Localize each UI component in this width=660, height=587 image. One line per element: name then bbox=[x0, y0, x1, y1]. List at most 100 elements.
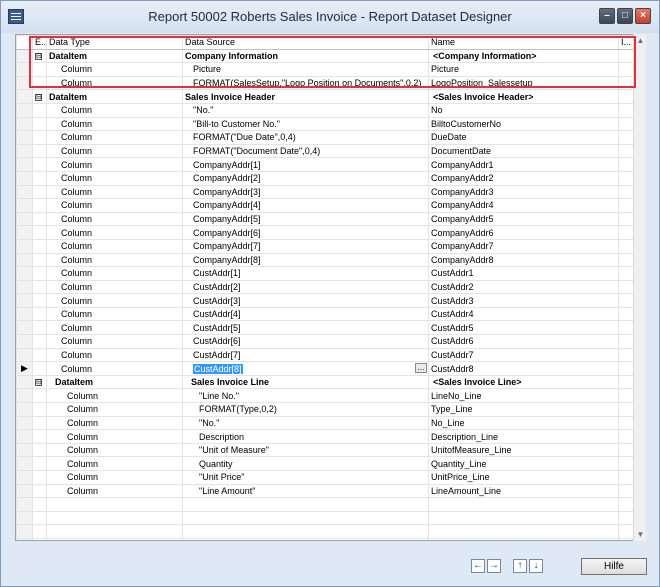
data-type-cell[interactable]: Column bbox=[46, 266, 183, 281]
row-selector[interactable] bbox=[16, 170, 33, 186]
row-selector[interactable] bbox=[16, 238, 33, 254]
name-cell[interactable]: CustAddr2 bbox=[428, 279, 619, 295]
expand-cell[interactable] bbox=[32, 293, 47, 308]
row-selector[interactable] bbox=[16, 347, 33, 363]
column-row[interactable]: Column FORMAT(SalesSetup."Logo Position o… bbox=[16, 75, 635, 91]
row-selector[interactable] bbox=[16, 157, 33, 172]
name-cell[interactable]: CustAddr7 bbox=[428, 347, 619, 363]
data-type-cell[interactable]: Column bbox=[46, 402, 183, 417]
data-type-cell[interactable]: Column bbox=[46, 62, 183, 77]
column-row[interactable]: Column CustAddr[7] CustAddr7 bbox=[16, 347, 635, 363]
row-selector[interactable] bbox=[16, 225, 33, 240]
name-cell[interactable]: CustAddr8 bbox=[428, 361, 619, 376]
expand-cell[interactable] bbox=[32, 442, 47, 458]
scroll-up-arrow-icon[interactable]: ▲ bbox=[636, 36, 645, 45]
name-cell[interactable]: DocumentDate bbox=[428, 143, 619, 159]
name-cell[interactable]: CompanyAddr6 bbox=[428, 225, 619, 240]
data-source-cell[interactable]: "Line No." bbox=[182, 388, 429, 404]
row-selector[interactable] bbox=[16, 537, 33, 540]
data-source-cell[interactable]: CustAddr[2] bbox=[182, 279, 429, 295]
row-selector[interactable] bbox=[16, 429, 33, 444]
data-type-cell[interactable]: Column bbox=[46, 184, 183, 200]
name-cell[interactable]: Description_Line bbox=[428, 429, 619, 444]
data-type-cell[interactable]: DataItem bbox=[46, 374, 183, 390]
data-type-cell[interactable]: DataItem bbox=[46, 48, 183, 64]
column-row[interactable]: Column "Line Amount" LineAmount_Line bbox=[16, 483, 635, 499]
column-row[interactable]: Column FORMAT(Type,0,2) Type_Line bbox=[16, 402, 635, 417]
expand-cell[interactable] bbox=[32, 116, 47, 132]
expand-cell[interactable] bbox=[32, 143, 47, 159]
expand-cell[interactable] bbox=[32, 456, 47, 471]
expand-cell[interactable] bbox=[32, 320, 47, 336]
data-source-cell[interactable]: CompanyAddr[3] bbox=[182, 184, 429, 200]
expand-cell[interactable] bbox=[32, 279, 47, 295]
data-type-cell[interactable]: Column bbox=[46, 347, 183, 363]
data-source-cell[interactable]: CustAddr[6] bbox=[182, 334, 429, 349]
data-type-cell[interactable]: Column bbox=[46, 415, 183, 431]
data-source-cell[interactable]: Sales Invoice Line bbox=[182, 374, 429, 390]
row-selector[interactable] bbox=[16, 89, 33, 104]
row-selector[interactable] bbox=[16, 388, 33, 404]
name-cell[interactable]: CompanyAddr8 bbox=[428, 252, 619, 268]
column-row[interactable]: Column CompanyAddr[3] CompanyAddr3 bbox=[16, 184, 635, 200]
column-header-data-type[interactable]: Data Type bbox=[46, 35, 183, 50]
row-selector[interactable] bbox=[16, 320, 33, 336]
current-row-indicator-icon[interactable]: ▶ bbox=[16, 361, 33, 376]
expand-cell[interactable] bbox=[32, 184, 47, 200]
row-selector[interactable] bbox=[16, 483, 33, 499]
vertical-scrollbar[interactable]: ▲ ▼ bbox=[633, 34, 646, 541]
data-type-cell[interactable]: Column bbox=[46, 157, 183, 172]
column-row[interactable]: Column CompanyAddr[1] CompanyAddr1 bbox=[16, 157, 635, 172]
row-selector[interactable] bbox=[16, 198, 33, 213]
column-header-name[interactable]: Name bbox=[428, 35, 619, 50]
expand-cell[interactable] bbox=[32, 388, 47, 404]
column-row[interactable]: Column CustAddr[6] CustAddr6 bbox=[16, 334, 635, 349]
data-source-cell[interactable]: CustAddr[3] bbox=[182, 293, 429, 308]
dataitem-row[interactable]: ⊟ DataItem Company Information <Company Inf… bbox=[16, 48, 635, 64]
data-source-cell[interactable]: CustAddr[5] bbox=[182, 320, 429, 336]
row-selector[interactable] bbox=[16, 75, 33, 91]
arrow-left-icon[interactable]: ← bbox=[471, 559, 485, 573]
arrow-up-icon[interactable]: ↑ bbox=[513, 559, 527, 573]
data-source-cell[interactable]: Picture bbox=[182, 62, 429, 77]
name-cell[interactable]: UnitofMeasure_Line bbox=[428, 442, 619, 458]
data-type-cell[interactable]: Column bbox=[46, 252, 183, 268]
data-type-cell[interactable]: Column bbox=[46, 388, 183, 404]
column-row[interactable]: Column CustAddr[5] CustAddr5 bbox=[16, 320, 635, 336]
data-type-cell[interactable]: Column bbox=[46, 334, 183, 349]
scroll-down-arrow-icon[interactable]: ▼ bbox=[636, 530, 645, 539]
data-source-cell[interactable]: "Unit of Measure" bbox=[182, 442, 429, 458]
column-row[interactable]: ▶ Column CustAddr[8]... CustAddr8 bbox=[16, 361, 635, 376]
expand-cell[interactable] bbox=[32, 429, 47, 444]
data-source-cell[interactable]: CustAddr[4] bbox=[182, 306, 429, 322]
data-source-cell[interactable]: CompanyAddr[5] bbox=[182, 211, 429, 227]
data-source-cell[interactable]: Company Information bbox=[182, 48, 429, 64]
data-source-cell[interactable]: "No." bbox=[182, 415, 429, 431]
expand-cell[interactable]: ⊟ bbox=[32, 89, 47, 104]
data-source-cell[interactable]: CompanyAddr[2] bbox=[182, 170, 429, 186]
data-type-cell[interactable]: Column bbox=[46, 170, 183, 186]
data-source-cell[interactable]: CompanyAddr[1] bbox=[182, 157, 429, 172]
expand-cell[interactable] bbox=[32, 347, 47, 363]
column-row[interactable]: Column "Unit of Measure" UnitofMeasure_Lin… bbox=[16, 442, 635, 458]
data-type-cell[interactable]: Column bbox=[46, 116, 183, 132]
data-type-cell[interactable]: Column bbox=[46, 293, 183, 308]
name-cell[interactable]: <Company Information> bbox=[428, 48, 619, 64]
data-type-cell[interactable]: Column bbox=[46, 429, 183, 444]
data-source-cell[interactable]: CustAddr[1] bbox=[182, 266, 429, 281]
data-source-cell[interactable]: FORMAT("Due Date",0,4) bbox=[182, 130, 429, 145]
data-source-cell[interactable]: Sales Invoice Header bbox=[182, 89, 429, 104]
row-selector[interactable] bbox=[16, 470, 33, 485]
column-row[interactable]: Column "Bill-to Customer No." BilltoCustom… bbox=[16, 116, 635, 132]
name-cell[interactable]: Picture bbox=[428, 62, 619, 77]
data-source-cell[interactable]: "Bill-to Customer No." bbox=[182, 116, 429, 132]
data-type-cell[interactable]: Column bbox=[46, 211, 183, 227]
name-cell[interactable]: CompanyAddr7 bbox=[428, 238, 619, 254]
data-type-cell[interactable]: Column bbox=[46, 320, 183, 336]
column-header-data-source[interactable]: Data Source bbox=[182, 35, 429, 50]
column-row[interactable]: Column "Unit Price" UnitPrice_Line bbox=[16, 470, 635, 485]
column-row[interactable]: Column CustAddr[3] CustAddr3 bbox=[16, 293, 635, 308]
expand-cell[interactable] bbox=[32, 211, 47, 227]
data-type-cell[interactable]: Column bbox=[46, 470, 183, 485]
data-type-cell[interactable]: Column bbox=[46, 238, 183, 254]
